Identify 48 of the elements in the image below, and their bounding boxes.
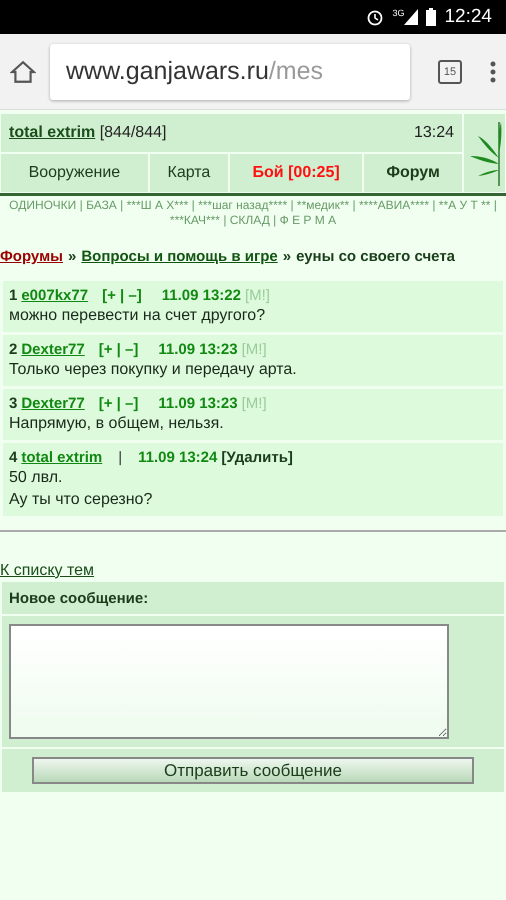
alarm-icon	[366, 8, 384, 26]
vote-links[interactable]: [+ | –]	[102, 287, 142, 304]
author-link[interactable]: total extrim	[21, 449, 102, 466]
post-date: 11.09 13:23	[158, 395, 238, 412]
vote-links[interactable]: [+ | –]	[98, 395, 138, 412]
hp-text: [844/844]	[100, 124, 166, 141]
post-text: 50 лвл.	[9, 468, 64, 488]
message-field[interactable]	[9, 624, 449, 739]
send-button[interactable]: Отправить сообщение	[32, 757, 474, 784]
author-link[interactable]: Dexter77	[21, 395, 85, 412]
topic-title: еуны со своего счета	[296, 248, 456, 265]
tab-count-button[interactable]: 15	[438, 60, 462, 84]
url-field[interactable]: www.ganjawars.ru/mes	[50, 44, 410, 100]
post-text: Только через покупку и передачу арта.	[9, 360, 298, 380]
breadcrumb-separator: »	[282, 248, 292, 265]
home-icon[interactable]	[10, 58, 36, 84]
network-type: 3G	[392, 8, 404, 18]
breadcrumb-link[interactable]: Форумы	[0, 248, 63, 265]
post-number: 1	[9, 287, 18, 304]
post-date: 11.09 13:23	[158, 341, 238, 358]
author-link[interactable]: Dexter77	[21, 341, 85, 358]
user-link[interactable]: total extrim	[9, 124, 96, 141]
breadcrumb-link[interactable]: Вопросы и помощь в игре	[81, 248, 278, 265]
post-date: 11.09 13:24	[138, 449, 218, 466]
breadcrumb-separator: »	[68, 248, 76, 265]
delete-link[interactable]: [Удалить]	[221, 449, 293, 466]
nav-tab[interactable]: Бой [00:25]	[229, 153, 364, 193]
back-link[interactable]: К списку тем	[0, 562, 94, 580]
nav-tab[interactable]: Форум	[363, 153, 463, 193]
menu-icon[interactable]	[490, 60, 496, 82]
battery-icon	[426, 8, 436, 26]
vote-links[interactable]: [+ | –]	[98, 341, 138, 358]
post-date: 11.09 13:22	[162, 287, 241, 304]
post-text: Напрямую, в общем, нельзя.	[9, 414, 225, 434]
signal-icon	[404, 9, 418, 25]
nav-tab[interactable]: Карта	[148, 153, 230, 193]
post-number: 4	[9, 449, 18, 466]
nav-tab[interactable]: Вооружение	[0, 153, 149, 193]
clan-links[interactable]: ОДИНОЧКИ | БАЗА | ***Ш А Х*** | ***шаг назад**** | **медик** | ****АВИА**** | **А У Т ** | ***КАЧ*** | СКЛАД | Ф Е Р М А	[0, 196, 506, 228]
form-title: Новое сообщение:	[2, 582, 504, 614]
post-number: 3	[9, 395, 18, 412]
clock: 12:24	[444, 6, 492, 28]
post-number: 2	[9, 341, 18, 358]
author-link[interactable]: e007kx77	[21, 287, 88, 304]
post-text: Ау ты что серезно?	[9, 490, 154, 510]
separator-text: |	[118, 449, 122, 466]
server-time: 13:24	[414, 124, 454, 142]
post-text: можно перевести на счет другого?	[9, 306, 266, 326]
